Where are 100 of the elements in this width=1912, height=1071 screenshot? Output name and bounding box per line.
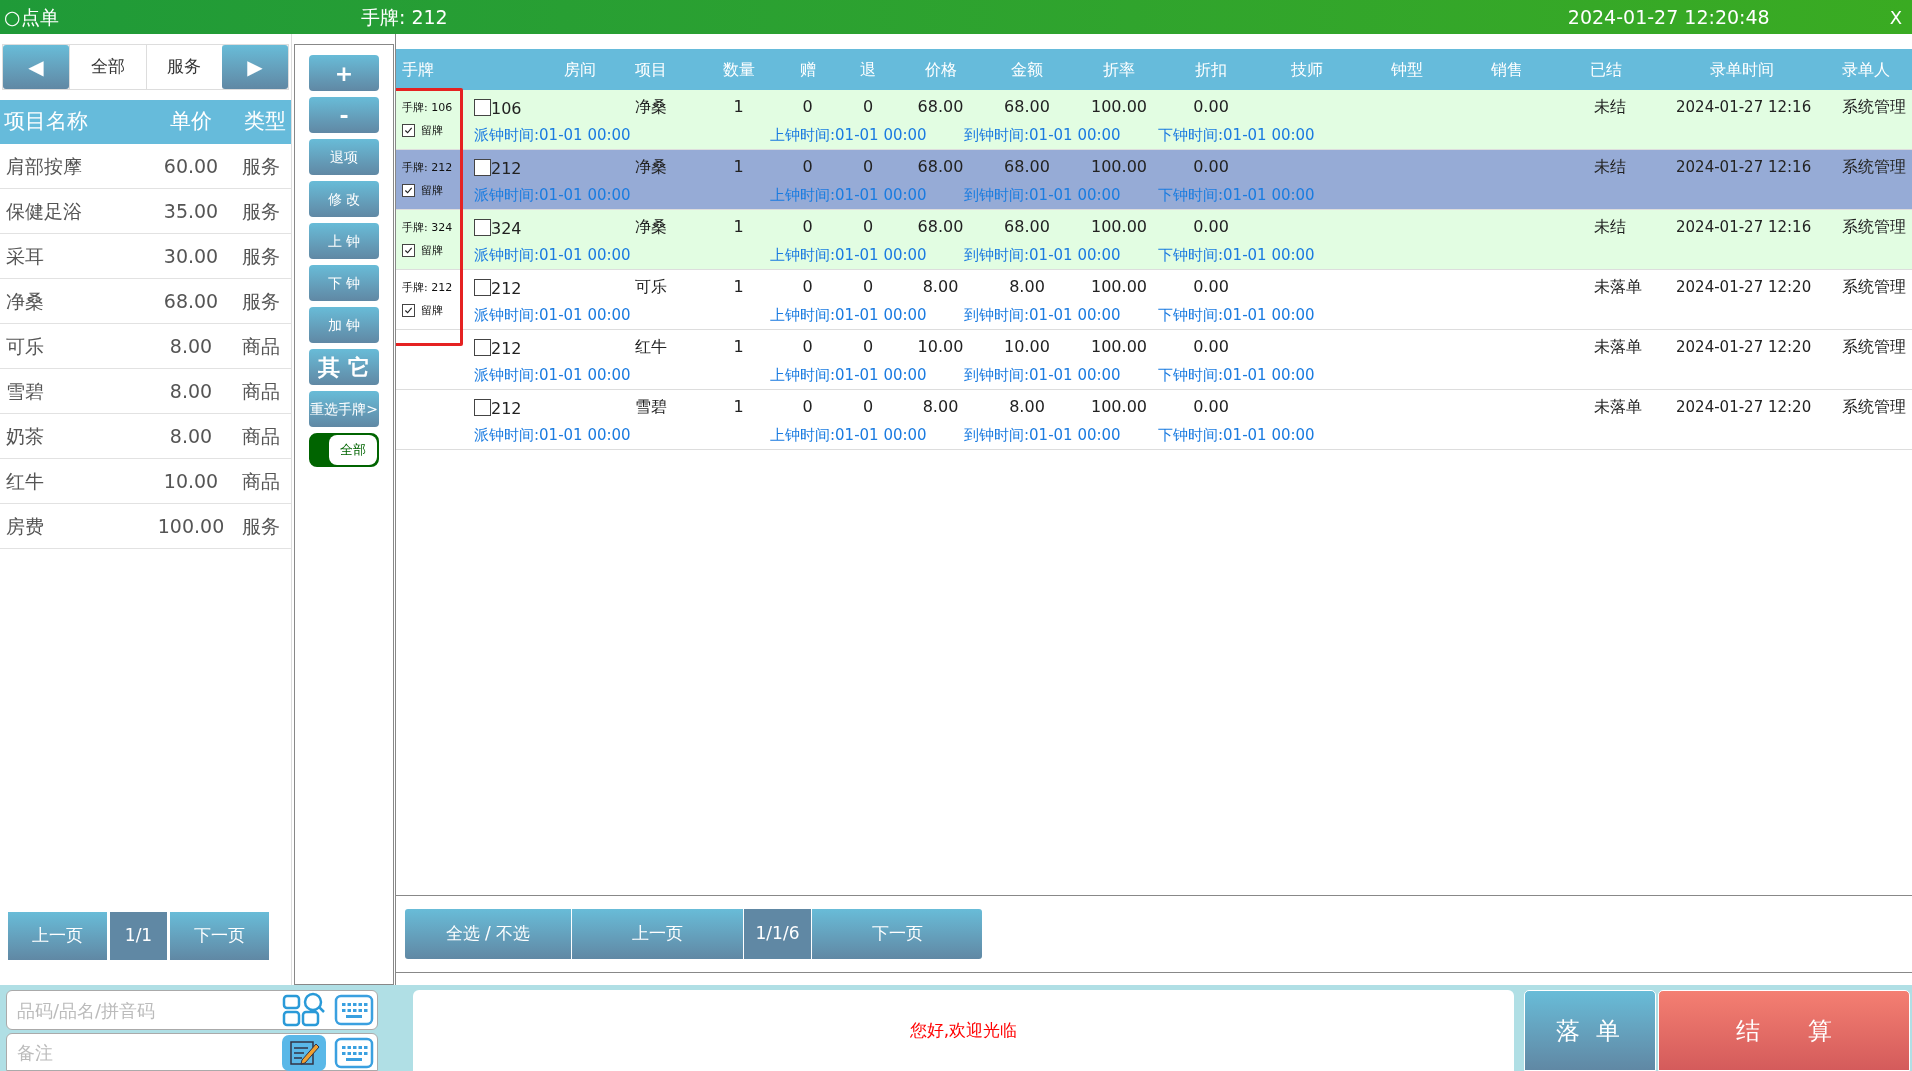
action-button[interactable]: 加 钟	[309, 307, 379, 343]
table-cell-text: 10.00	[917, 336, 964, 358]
previous-button[interactable]: ◀	[3, 45, 69, 89]
order-row[interactable]: 手牌: 106 留牌 106 净桑 1 0 0 68.00 68.00 100.00 0.00 未结 2024-01-27 12:16 系统管理 派钟时间:01-01 00:00 上钟时间:01-01 00:00 到钟时间:01-01 00:00 下钟时间:01-01 00:00	[396, 90, 1912, 150]
checkbox[interactable]	[402, 244, 415, 258]
next-button[interactable]: ▶	[222, 45, 288, 89]
table-cell-text: 68.00	[917, 156, 964, 178]
action-button[interactable]: +	[309, 55, 379, 91]
table-cell-text: 212	[491, 158, 522, 180]
item-row[interactable]: 可乐 8.00 商品	[0, 324, 291, 369]
item-row[interactable]: 雪碧 8.00 商品	[0, 369, 291, 414]
keyboard-icon[interactable]	[334, 993, 374, 1027]
checkmark-icon	[404, 186, 413, 196]
column-header: 手牌	[401, 58, 435, 81]
table-cell-text: 系统管理	[1842, 396, 1906, 418]
table-cell-text: 68.00	[1004, 96, 1050, 118]
checkbox[interactable]	[402, 124, 415, 138]
table-cell-text: 0.00	[1193, 216, 1229, 238]
checkbox[interactable]	[474, 98, 491, 116]
checkmark-icon	[404, 306, 413, 316]
checkbox[interactable]	[474, 338, 491, 356]
column-header: 钟型	[1390, 58, 1424, 81]
checkbox[interactable]	[474, 278, 491, 296]
category-tab[interactable]: 全部	[69, 45, 146, 89]
table-cell-text: 商品	[241, 468, 281, 494]
table-cell-text: 100.00	[1091, 156, 1147, 178]
table-cell-text: 35.00	[162, 198, 220, 224]
column-header: 技师	[1290, 58, 1324, 81]
action-button[interactable]: 退项	[309, 139, 379, 175]
clock-time: 上钟时间:01-01 00:00	[770, 245, 928, 266]
keyboard-icon[interactable]	[334, 1036, 374, 1070]
item-row[interactable]: 奶茶 8.00 商品	[0, 414, 291, 459]
action-button[interactable]: 下 钟	[309, 265, 379, 301]
table-cell-text: 服务	[241, 198, 281, 224]
clock-time: 到钟时间:01-01 00:00	[964, 425, 1122, 446]
checkbox[interactable]	[402, 304, 415, 318]
table-cell-text: 净桑	[635, 156, 667, 178]
previous-page-button[interactable]: 上一页	[8, 912, 107, 960]
item-row[interactable]: 肩部按摩 60.00 服务	[0, 144, 291, 189]
table-cell-text: 1	[733, 276, 744, 298]
submit-order-button[interactable]: 落 单	[1524, 990, 1656, 1071]
item-row[interactable]: 净桑 68.00 服务	[0, 279, 291, 324]
item-row[interactable]: 红牛 10.00 商品	[0, 459, 291, 504]
table-cell-text: 68.00	[917, 216, 964, 238]
table-cell-text: 2024-01-27 12:20	[1676, 396, 1812, 418]
action-button[interactable]: 修 改	[309, 181, 379, 217]
search-field[interactable]: 品码/品名/拼音码	[6, 990, 378, 1030]
checkbox[interactable]	[402, 184, 415, 198]
table-cell-text: 2024-01-27 12:16	[1676, 156, 1812, 178]
table-cell-text: 0	[862, 216, 874, 238]
clock-time: 上钟时间:01-01 00:00	[770, 305, 928, 326]
table-cell-text: 1	[733, 396, 744, 418]
current-tag: 手牌: 212	[361, 2, 448, 32]
checkbox[interactable]	[474, 398, 491, 416]
table-cell-text: 0	[802, 276, 813, 298]
order-row[interactable]: 手牌: 324 留牌 324 净桑 1 0 0 68.00 68.00 100.00 0.00 未结 2024-01-27 12:16 系统管理 派钟时间:01-01 00:00 上钟时间:01-01 00:00 到钟时间:01-01 00:00 下钟时间:01-01 00:00	[396, 210, 1912, 270]
next-page-button[interactable]: 下一页	[170, 912, 269, 960]
action-button[interactable]: 其 它	[309, 349, 379, 385]
item-row[interactable]: 房费 100.00 服务	[0, 504, 291, 549]
column-header: 单价	[169, 108, 213, 136]
column-header: 项目名称	[3, 108, 89, 136]
table-cell-text: 商品	[241, 423, 281, 449]
table-cell-text: 采耳	[5, 243, 45, 269]
table-cell-text: 8.00	[168, 423, 214, 449]
table-cell-text: 212	[491, 338, 522, 360]
table-cell-text: 1	[733, 156, 744, 178]
clock-time: 下钟时间:01-01 00:00	[1158, 425, 1316, 446]
grid-search-icon[interactable]	[282, 992, 326, 1028]
table-cell-text: 212	[491, 278, 522, 300]
window-title: ○点单	[4, 4, 60, 30]
checkmark-icon	[404, 126, 413, 136]
item-row[interactable]: 采耳 30.00 服务	[0, 234, 291, 279]
table-cell-text: 未落单	[1594, 336, 1642, 358]
checkbox[interactable]	[474, 218, 491, 236]
previous-page-button[interactable]: 上一页	[571, 909, 743, 959]
table-cell-text: 0	[802, 216, 813, 238]
category-tab[interactable]: 服务	[145, 45, 222, 89]
filter-toggle[interactable]: 全部	[309, 433, 379, 467]
table-cell-text: 8.00	[168, 333, 214, 359]
welcome-message: 您好,欢迎光临	[909, 1018, 1018, 1042]
clock-time: 派钟时间:01-01 00:00	[474, 425, 632, 446]
order-row[interactable]: 手牌: 212 留牌 212 净桑 1 0 0 68.00 68.00 100.00 0.00 未结 2024-01-27 12:16 系统管理 派钟时间:01-01 00:00 上钟时间:01-01 00:00 到钟时间:01-01 00:00 下钟时间:01-01 00:00	[396, 150, 1912, 210]
table-cell-text: 2024-01-27 12:16	[1676, 96, 1812, 118]
table-cell-text: 服务	[241, 288, 281, 314]
edit-note-icon[interactable]	[282, 1035, 326, 1071]
item-row[interactable]: 保健足浴 35.00 服务	[0, 189, 291, 234]
table-cell-text: 未落单	[1594, 396, 1642, 418]
action-button[interactable]: 上 钟	[309, 223, 379, 259]
table-cell-text: 68.00	[162, 288, 220, 314]
close-button[interactable]: X	[1889, 3, 1902, 31]
select-all-button[interactable]: 全选 / 不选	[405, 909, 571, 959]
column-header: 销售	[1489, 58, 1524, 81]
checkbox[interactable]	[474, 158, 491, 176]
keep-tag-label: 留牌	[421, 302, 443, 319]
clock-time: 到钟时间:01-01 00:00	[964, 305, 1122, 326]
next-page-button[interactable]: 下一页	[811, 909, 982, 959]
action-button[interactable]: -	[309, 97, 379, 133]
tag-label: 手牌: 212	[402, 160, 454, 176]
checkout-button[interactable]: 结 算	[1658, 990, 1910, 1071]
action-button[interactable]: 重选手牌>	[309, 391, 379, 427]
